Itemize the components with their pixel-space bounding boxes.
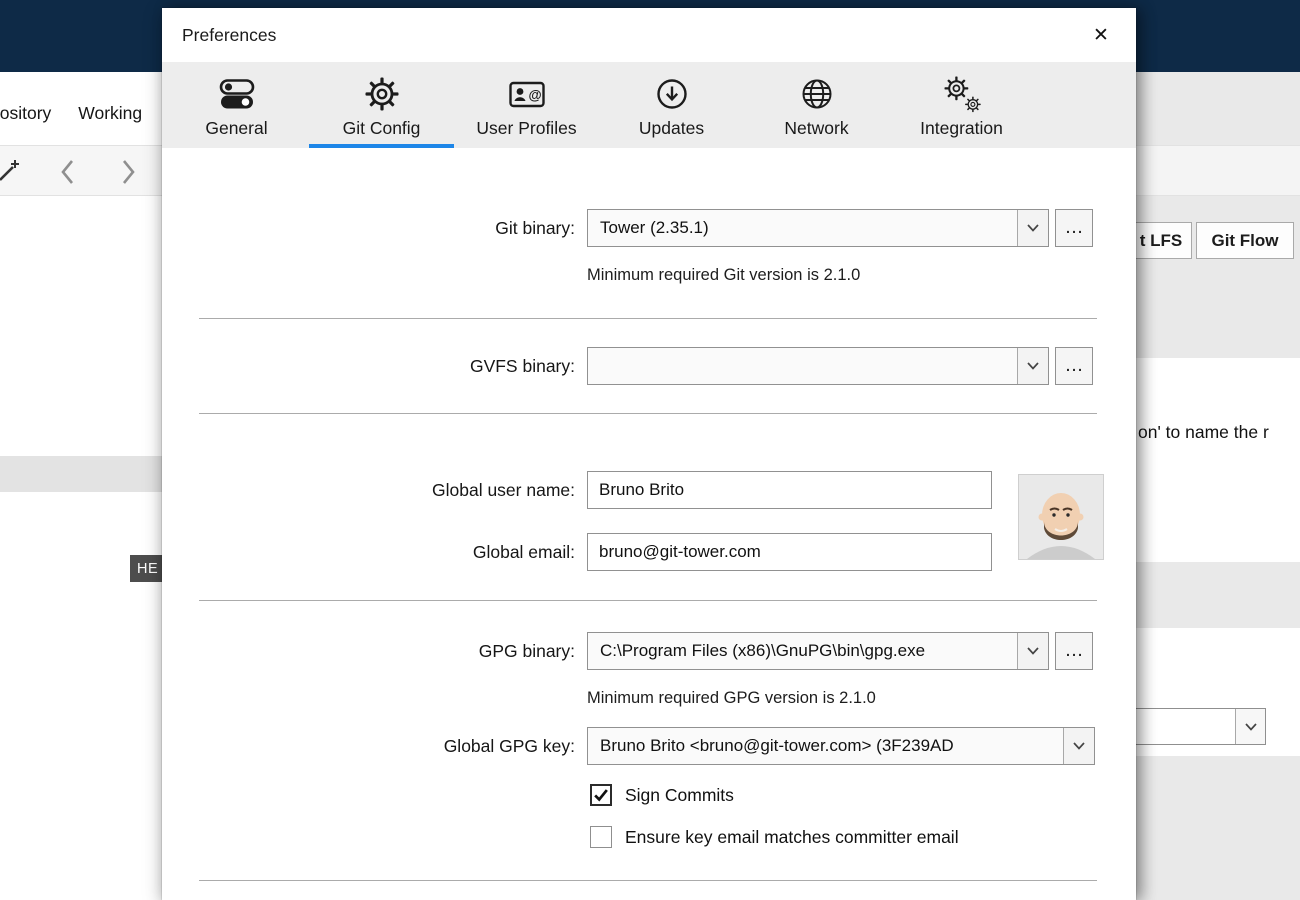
chevron-down-icon <box>1063 728 1094 764</box>
global-email-input[interactable] <box>587 533 992 571</box>
toggles-icon <box>217 70 257 118</box>
tab-label: User Profiles <box>476 118 577 138</box>
gpg-binary-label: GPG binary: <box>478 640 575 661</box>
ensure-key-email-label: Ensure key email matches committer email <box>625 826 959 847</box>
divider <box>199 880 1097 881</box>
partial-tool-icon[interactable] <box>0 156 22 186</box>
download-circle-icon <box>652 70 692 118</box>
chevron-down-icon <box>1017 210 1048 246</box>
chevron-down-icon <box>1017 633 1048 669</box>
preferences-dialog: Preferences ✕ General Git Config @ User … <box>162 8 1136 900</box>
global-email-label: Global email: <box>472 541 575 562</box>
git-binary-help-text: Minimum required Git version is 2.1.0 <box>587 266 861 284</box>
gvfs-binary-label: GVFS binary: <box>469 355 575 376</box>
tab-updates[interactable]: Updates <box>599 62 744 148</box>
avatar <box>1018 474 1104 560</box>
tab-label: Network <box>784 118 849 138</box>
contact-card-icon: @ <box>507 70 547 118</box>
gpg-binary-browse-button[interactable]: … <box>1055 632 1093 670</box>
global-user-name-label: Global user name: <box>432 479 575 500</box>
tab-label: Updates <box>638 118 705 138</box>
head-badge: HE <box>130 555 164 582</box>
background-list-row <box>0 456 162 492</box>
git-binary-dropdown[interactable]: Tower (2.35.1) <box>587 209 1049 247</box>
divider <box>199 600 1097 601</box>
global-user-name-row: Global user name: <box>162 471 1136 509</box>
git-binary-value: Tower (2.35.1) <box>600 218 709 237</box>
global-gpg-key-row: Global GPG key: Bruno Brito <bruno@git-t… <box>162 727 1136 765</box>
ensure-key-email-row: Ensure key email matches committer email <box>590 826 959 848</box>
toolbar-right-segment <box>1136 145 1300 196</box>
git-config-panel: Git binary: Tower (2.35.1) … Minimum req… <box>162 148 1136 900</box>
gpg-binary-value: C:\Program Files (x86)\GnuPG\bin\gpg.exe <box>600 641 926 660</box>
gvfs-binary-dropdown[interactable] <box>587 347 1049 385</box>
close-button[interactable]: ✕ <box>1086 20 1116 50</box>
gpg-binary-row: GPG binary: C:\Program Files (x86)\GnuPG… <box>162 632 1136 670</box>
git-binary-label: Git binary: <box>495 217 575 238</box>
global-email-row: Global email: <box>162 533 1136 571</box>
global-gpg-key-value: Bruno Brito <bruno@git-tower.com> (3F239… <box>600 736 954 755</box>
tab-label: Git Config <box>342 118 421 138</box>
global-gpg-key-dropdown[interactable]: Bruno Brito <bruno@git-tower.com> (3F239… <box>587 727 1095 765</box>
git-binary-row: Git binary: Tower (2.35.1) … <box>162 209 1136 247</box>
chevron-down-icon <box>1235 709 1265 744</box>
gpg-binary-help-text: Minimum required GPG version is 2.1.0 <box>587 689 876 707</box>
background-content-block <box>1136 358 1300 562</box>
background-right-panel: on' to name the r t LFS Git Flow <box>1136 72 1300 900</box>
gear-icon <box>362 70 402 118</box>
divider <box>199 318 1097 319</box>
dialog-titlebar: Preferences ✕ <box>162 8 1136 62</box>
globe-icon <box>797 70 837 118</box>
global-gpg-key-label: Global GPG key: <box>443 735 575 756</box>
back-icon[interactable] <box>58 156 80 188</box>
ensure-key-email-checkbox[interactable] <box>590 826 612 848</box>
tab-label: General <box>205 118 268 138</box>
dialog-title: Preferences <box>182 24 277 45</box>
divider <box>199 413 1097 414</box>
gvfs-binary-value <box>588 348 1017 384</box>
git-binary-browse-button[interactable]: … <box>1055 209 1093 247</box>
sign-commits-checkbox[interactable] <box>590 784 612 806</box>
background-dropdown[interactable] <box>1136 708 1266 745</box>
menu-item-working-copy[interactable]: Working <box>78 103 142 124</box>
git-lfs-button[interactable]: t LFS <box>1136 222 1192 259</box>
sign-commits-row: Sign Commits <box>590 784 734 806</box>
menubar: pository Working <box>0 103 142 124</box>
forward-icon[interactable] <box>116 156 138 188</box>
gears-icon <box>942 70 982 118</box>
check-icon <box>594 789 608 802</box>
gvfs-binary-browse-button[interactable]: … <box>1055 347 1093 385</box>
sign-commits-label: Sign Commits <box>625 784 734 805</box>
tab-integration[interactable]: Integration <box>889 62 1034 148</box>
git-flow-button[interactable]: Git Flow <box>1196 222 1294 259</box>
background-partial-text: on' to name the r <box>1138 422 1269 442</box>
tab-network[interactable]: Network <box>744 62 889 148</box>
toolbar <box>0 145 162 196</box>
tab-label: Integration <box>920 118 1003 138</box>
svg-text:@: @ <box>528 88 541 103</box>
chevron-down-icon <box>1017 348 1048 384</box>
gvfs-binary-row: GVFS binary: … <box>162 347 1136 385</box>
tab-git-config[interactable]: Git Config <box>309 62 454 148</box>
gpg-binary-dropdown[interactable]: C:\Program Files (x86)\GnuPG\bin\gpg.exe <box>587 632 1049 670</box>
preferences-tabbar: General Git Config @ User Profiles Updat… <box>162 62 1136 148</box>
global-user-name-input[interactable] <box>587 471 992 509</box>
menu-item-repository[interactable]: pository <box>0 103 51 124</box>
tab-user-profiles[interactable]: @ User Profiles <box>454 62 599 148</box>
tab-general[interactable]: General <box>164 62 309 148</box>
